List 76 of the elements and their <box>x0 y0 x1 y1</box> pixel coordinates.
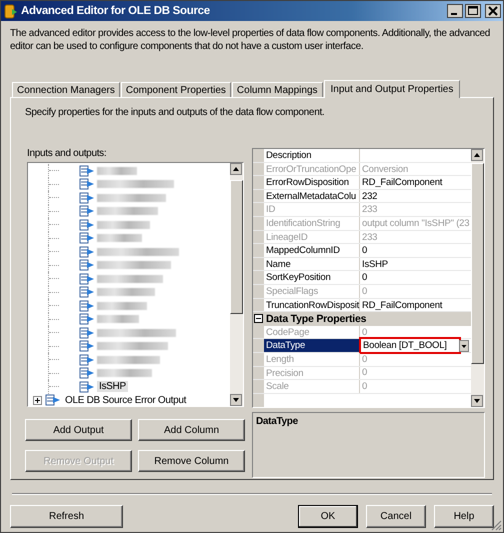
resize-grip-icon[interactable] <box>491 520 502 531</box>
column-icon <box>79 205 95 218</box>
column-icon <box>79 300 95 312</box>
column-icon <box>79 259 95 272</box>
database-icon <box>4 3 18 19</box>
dialog-button[interactable]: OK <box>298 505 358 528</box>
property-value: RD_FailComponent <box>361 298 442 312</box>
category-header: Data Type Properties <box>266 312 366 325</box>
column-icon <box>79 340 95 352</box>
instruction-text: Specify properties for the inputs and outputs of the data flow component. <box>25 107 326 118</box>
dialog-button[interactable]: Cancel <box>366 505 426 528</box>
property-value: 0 <box>361 284 368 298</box>
property-name[interactable]: Description <box>264 149 360 162</box>
scroll-thumb[interactable] <box>230 180 243 314</box>
description-text: The advanced editor provides access to the low-level properties of data flow components. Additionally, the advanced editor can be used to configure components that do not have a custom user interface. <box>10 27 492 54</box>
action-button[interactable]: Remove Column <box>138 450 245 472</box>
column-icon <box>79 326 95 339</box>
scroll-down-icon[interactable] <box>471 395 483 407</box>
column-icon <box>79 218 95 231</box>
property-value: output column "IsSHP" (23 <box>361 216 470 230</box>
scrollbar[interactable] <box>471 149 484 407</box>
column-icon <box>79 354 95 366</box>
property-value: 0 <box>361 352 368 366</box>
column-icon <box>79 380 95 393</box>
action-button[interactable]: Add Output <box>25 419 132 441</box>
dropdown-icon[interactable] <box>459 340 469 352</box>
property-value: Conversion <box>361 162 408 176</box>
scroll-up-icon[interactable] <box>471 149 483 161</box>
scroll-down-icon[interactable] <box>230 394 242 406</box>
property-value: Boolean [DT_BOOL] <box>361 339 459 352</box>
help-title: DataType <box>256 416 298 427</box>
property-value: RD_FailComponent <box>361 176 442 189</box>
dialog-button[interactable]: Refresh <box>10 505 123 528</box>
property-name[interactable]: DataType <box>264 339 360 352</box>
property-value: IsSHP <box>361 258 388 270</box>
column-icon <box>79 272 95 285</box>
property-value: 0 <box>361 271 368 284</box>
property-name[interactable]: ExternalMetadataColu <box>264 190 360 202</box>
maximize-icon[interactable] <box>465 4 481 18</box>
column-icon <box>79 246 95 258</box>
tab[interactable]: Component Properties <box>120 82 231 97</box>
property-value: 0 <box>361 366 368 380</box>
tree-label: Inputs and outputs: <box>27 148 108 161</box>
property-value: 232 <box>361 190 378 202</box>
property-value: 233 <box>361 230 378 244</box>
column-icon <box>79 178 95 190</box>
property-name[interactable]: Name <box>264 258 360 270</box>
property-value: 0 <box>361 380 368 393</box>
collapse-icon[interactable] <box>254 314 263 324</box>
close-icon[interactable] <box>485 4 501 18</box>
scroll-up-icon[interactable] <box>230 163 242 175</box>
property-name[interactable]: SortKeyPosition <box>264 271 360 284</box>
scrollbar[interactable] <box>230 163 243 406</box>
tree-item[interactable]: OLE DB Source Error Output <box>63 394 188 406</box>
minimize-icon[interactable] <box>447 4 463 18</box>
tab[interactable]: Connection Managers <box>12 82 120 97</box>
tab[interactable]: Column Mappings <box>232 82 323 97</box>
tree-item[interactable]: IsSHP <box>97 381 128 392</box>
property-value: 0 <box>361 326 368 339</box>
property-name[interactable]: ErrorRowDisposition <box>264 176 360 189</box>
column-icon <box>79 367 95 380</box>
tab[interactable]: Input and Output Properties <box>324 80 460 98</box>
column-icon <box>79 313 95 326</box>
scroll-thumb[interactable] <box>471 162 484 364</box>
dialog-button[interactable]: Help <box>434 505 494 528</box>
column-icon <box>79 164 95 177</box>
window-title: Advanced Editor for OLE DB Source <box>21 5 211 17</box>
expand-icon[interactable] <box>33 396 42 405</box>
action-button[interactable]: Add Column <box>138 419 245 441</box>
column-icon <box>79 286 95 298</box>
property-name[interactable]: MappedColumnID <box>264 244 360 257</box>
property-name[interactable]: TruncationRowDisposit <box>264 298 360 312</box>
property-value: 233 <box>361 203 378 216</box>
column-icon <box>79 232 95 244</box>
column-icon <box>79 192 95 204</box>
property-value: 0 <box>361 244 368 257</box>
